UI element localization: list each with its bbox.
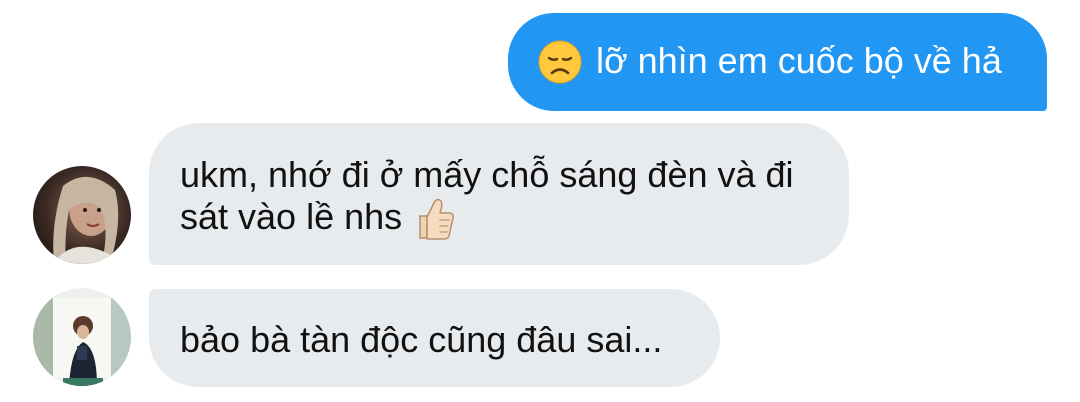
message-text-line-2: sát vào lề nhs xyxy=(180,196,849,242)
avatar-girl-1-image xyxy=(33,166,131,264)
message-text: lỡ nhìn em cuốc bộ về hả xyxy=(596,40,1002,81)
message-bubble-incoming[interactable]: bảo bà tàn độc cũng đâu sai... xyxy=(149,289,720,387)
avatar-girl-2-image xyxy=(33,288,131,386)
message-bubble-incoming[interactable]: ukm, nhớ đi ở mấy chỗ sáng đèn và đi sát… xyxy=(149,123,849,265)
chat-thread: lỡ nhìn em cuốc bộ về hả ukm, nhớ đi ở m… xyxy=(0,0,1080,402)
message-text-line-1: ukm, nhớ đi ở mấy chỗ sáng đèn và đi xyxy=(180,154,794,195)
message-bubble-outgoing[interactable]: lỡ nhìn em cuốc bộ về hả xyxy=(508,13,1047,111)
thumbs-up-emoji xyxy=(419,199,455,241)
avatar[interactable] xyxy=(33,288,131,386)
avatar[interactable] xyxy=(33,166,131,264)
disappointed-face-emoji xyxy=(538,40,582,84)
message-text: bảo bà tàn độc cũng đâu sai... xyxy=(180,319,663,360)
